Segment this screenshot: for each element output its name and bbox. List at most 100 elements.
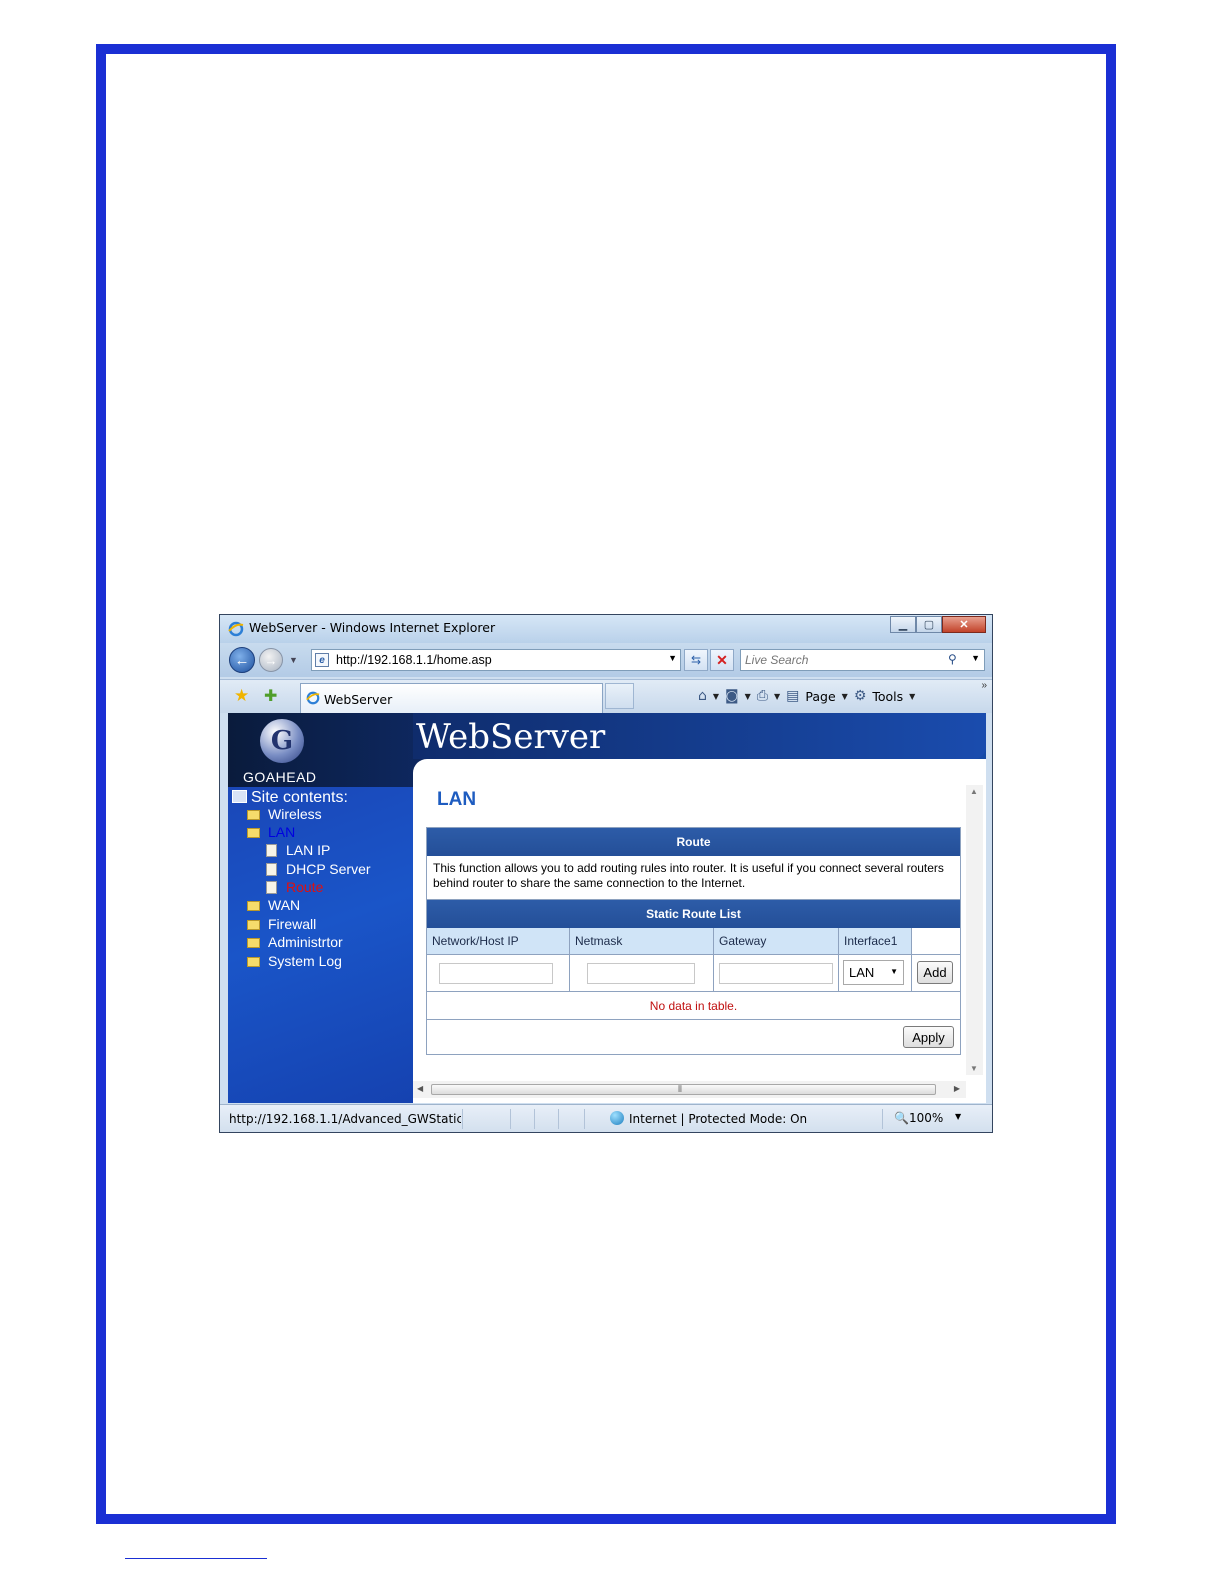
tools-dropdown-icon[interactable]: ▼ — [909, 692, 915, 701]
gateway-input[interactable] — [719, 963, 833, 984]
navigation-bar: ← → ▼ e http://192.168.1.1/home.asp ▼ ⇆ … — [220, 643, 992, 677]
scroll-right-icon[interactable]: ▶ — [954, 1084, 960, 1093]
address-dropdown-icon[interactable]: ▼ — [668, 653, 677, 663]
column-netmask: Netmask — [570, 928, 714, 954]
folder-icon — [247, 957, 260, 967]
scroll-up-icon[interactable]: ▲ — [970, 787, 978, 796]
search-options-dropdown-icon[interactable]: ▼ — [971, 653, 980, 663]
search-input[interactable] — [745, 652, 935, 668]
chevron-down-icon: ▼ — [890, 967, 898, 976]
grip-icon: ⦀ — [678, 1084, 682, 1094]
title-bar: WebServer - Windows Internet Explorer ▁ … — [220, 615, 992, 643]
page-dropdown-icon[interactable]: ▼ — [842, 692, 848, 701]
search-icon[interactable]: ⚲ — [948, 652, 957, 666]
feeds-icon[interactable]: ◙ — [725, 688, 739, 704]
feeds-dropdown-icon[interactable]: ▼ — [745, 692, 751, 701]
scroll-left-icon[interactable]: ◀ — [417, 1084, 423, 1093]
interface-select[interactable]: LAN ▼ — [843, 960, 904, 985]
status-url: http://192.168.1.1/Advanced_GWStaticRou — [229, 1112, 461, 1126]
goahead-logo-icon: G — [260, 719, 304, 763]
sidebar-item-firewall[interactable]: Firewall — [247, 916, 316, 932]
tools-gear-icon: ⚙ — [853, 688, 867, 704]
refresh-button[interactable]: ⇆ — [684, 649, 708, 671]
vertical-scrollbar[interactable]: ▲ ▼ — [966, 785, 983, 1075]
scroll-down-icon[interactable]: ▼ — [970, 1064, 978, 1073]
sidebar-item-system-log[interactable]: System Log — [247, 953, 342, 969]
column-network-host-ip: Network/Host IP — [427, 928, 570, 954]
route-description: This function allows you to add routing … — [427, 856, 960, 900]
status-bar: http://192.168.1.1/Advanced_GWStaticRou … — [220, 1104, 992, 1132]
globe-icon — [610, 1111, 624, 1125]
sidebar-item-lan[interactable]: LAN — [247, 824, 295, 840]
zoom-level[interactable]: 🔍100% — [894, 1111, 943, 1125]
ie-icon — [228, 621, 244, 637]
tools-menu[interactable]: Tools — [872, 689, 903, 704]
column-gateway: Gateway — [714, 928, 839, 954]
route-header: Route — [427, 828, 960, 856]
netmask-input[interactable] — [587, 963, 695, 984]
network-host-ip-input[interactable] — [439, 963, 553, 984]
page-content: G GOAHEAD WebServer Site contents: Wirel… — [228, 713, 986, 1103]
document-icon — [266, 844, 277, 857]
chevron-more-icon[interactable]: » — [981, 680, 987, 691]
stop-button[interactable]: ✕ — [710, 649, 734, 671]
folder-icon — [247, 901, 260, 911]
address-url[interactable]: http://192.168.1.1/home.asp — [336, 653, 492, 667]
horizontal-scroll-thumb[interactable]: ⦀ — [431, 1084, 936, 1095]
favorites-star-icon[interactable]: ★ — [234, 686, 249, 706]
horizontal-scrollbar[interactable]: ◀ ⦀ ▶ — [413, 1081, 966, 1098]
page-icon: e — [315, 653, 329, 667]
sidebar-item-wan[interactable]: WAN — [247, 897, 300, 913]
add-button[interactable]: Add — [917, 961, 953, 984]
page-menu-icon: ▤ — [786, 688, 800, 704]
sidebar-item-lan-ip[interactable]: LAN IP — [266, 842, 330, 858]
print-dropdown-icon[interactable]: ▼ — [774, 692, 780, 701]
column-interface: Interface1 — [839, 928, 912, 954]
folder-icon — [247, 810, 260, 820]
page-menu[interactable]: Page — [805, 689, 835, 704]
computer-icon — [232, 790, 247, 803]
recent-pages-dropdown-icon[interactable]: ▼ — [289, 655, 298, 665]
add-route-row: LAN ▼ Add — [427, 955, 960, 992]
sidebar: Site contents: Wireless LAN LAN IP DHCP … — [228, 787, 413, 1103]
print-icon[interactable]: ⎙ — [757, 688, 768, 704]
tab-command-bar: ★ ✚ WebServer ⌂ ▼ ◙ ▼ ⎙ ▼ ▤ Page ▼ ⚙ Tools ▼ » — [220, 679, 992, 713]
new-tab-button[interactable] — [605, 683, 634, 709]
add-favorites-icon[interactable]: ✚ — [264, 686, 277, 706]
column-headers: Network/Host IP Netmask Gateway Interfac… — [427, 928, 960, 955]
home-dropdown-icon[interactable]: ▼ — [713, 692, 719, 701]
apply-button[interactable]: Apply — [903, 1026, 954, 1048]
address-bar[interactable]: e http://192.168.1.1/home.asp ▼ — [311, 649, 681, 671]
ie-icon — [306, 691, 320, 705]
document-icon — [266, 863, 277, 876]
forward-button[interactable]: → — [259, 648, 283, 672]
sidebar-item-route[interactable]: Route — [266, 879, 323, 895]
sidebar-item-dhcp-server[interactable]: DHCP Server — [266, 861, 371, 877]
apply-row: Apply — [427, 1020, 960, 1054]
search-box: ⚲ ▼ — [740, 649, 985, 671]
open-folder-icon — [247, 828, 260, 838]
site-title: WebServer — [416, 717, 606, 757]
browser-window: WebServer - Windows Internet Explorer ▁ … — [219, 614, 993, 1133]
sidebar-item-administrator[interactable]: Administrtor — [247, 934, 343, 950]
sidebar-heading: Site contents: — [232, 789, 348, 807]
folder-icon — [247, 938, 260, 948]
zoom-dropdown-icon[interactable]: ▼ — [955, 1112, 961, 1121]
tab-label: WebServer — [324, 692, 393, 707]
column-action — [912, 928, 960, 954]
route-form: Route This function allows you to add ro… — [426, 827, 961, 1055]
security-zone[interactable]: Internet | Protected Mode: On — [610, 1111, 807, 1126]
empty-table-message: No data in table. — [427, 992, 960, 1020]
footer-rule — [125, 1558, 267, 1559]
tab-webserver[interactable]: WebServer — [300, 683, 603, 713]
window-title: WebServer - Windows Internet Explorer — [249, 620, 496, 635]
logo-text: GOAHEAD — [243, 769, 317, 785]
close-button[interactable]: ✕ — [942, 616, 986, 633]
maximize-button[interactable]: ▢ — [916, 616, 942, 633]
minimize-button[interactable]: ▁ — [890, 616, 916, 633]
home-icon[interactable]: ⌂ — [698, 688, 707, 704]
static-route-list-header: Static Route List — [427, 900, 960, 928]
back-button[interactable]: ← — [229, 647, 255, 673]
sidebar-item-wireless[interactable]: Wireless — [247, 806, 322, 822]
main-panel: LAN Route This function allows you to ad… — [413, 759, 986, 1103]
